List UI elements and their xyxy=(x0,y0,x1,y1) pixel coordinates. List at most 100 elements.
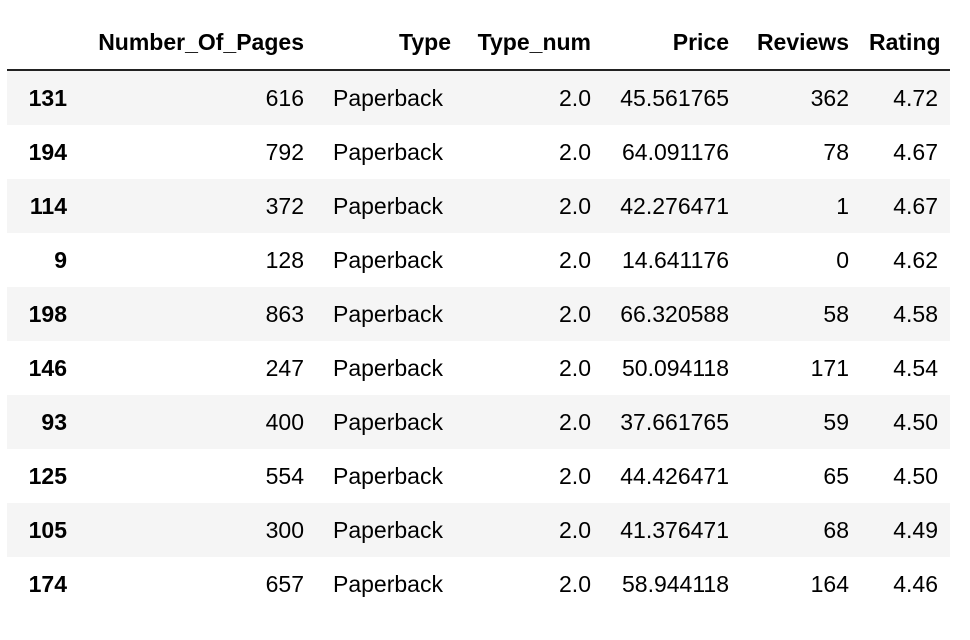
cell-type-num: 2.0 xyxy=(559,354,591,381)
header-rating: Rating xyxy=(861,15,950,71)
cell-type: Paperback xyxy=(333,354,443,381)
row-index-cell: 93 xyxy=(7,395,74,449)
cell-price: 41.376471 xyxy=(620,516,729,543)
cell-reviews: 59 xyxy=(823,408,849,435)
cell-type: Paperback xyxy=(333,192,443,219)
cell-type-num: 2.0 xyxy=(559,516,591,543)
cell-type: Paperback xyxy=(333,516,443,543)
table-row: 131 616 Paperback 2.0 45.561765 362 4.72 xyxy=(7,70,950,125)
table-header: Number_Of_Pages Type Type_num Price Revi… xyxy=(7,15,950,71)
cell-rating: 4.72 xyxy=(893,84,938,111)
row-index: 146 xyxy=(28,354,67,381)
table-row: 93 400 Paperback 2.0 37.661765 59 4.50 xyxy=(7,395,950,449)
header-reviews: Reviews xyxy=(741,15,861,71)
cell-number-of-pages: 792 xyxy=(265,138,304,165)
cell-number-of-pages: 372 xyxy=(265,192,304,219)
cell-number-of-pages: 657 xyxy=(265,570,304,597)
cell-reviews: 58 xyxy=(823,300,849,327)
table-body: 131 616 Paperback 2.0 45.561765 362 4.72 194 792… xyxy=(7,70,950,611)
table-row: 198 863 Paperback 2.0 66.320588 58 4.58 xyxy=(7,287,950,341)
table-row: 174 657 Paperback 2.0 58.944118 164 4.46 xyxy=(7,557,950,611)
cell-type-num: 2.0 xyxy=(559,300,591,327)
row-index-cell: 131 xyxy=(7,70,74,125)
cell-number-of-pages: 128 xyxy=(265,246,304,273)
cell-type: Paperback xyxy=(333,84,443,111)
cell-type: Paperback xyxy=(333,246,443,273)
cell-type-num: 2.0 xyxy=(559,570,591,597)
cell-rating: 4.67 xyxy=(893,138,938,165)
cell-price: 58.944118 xyxy=(621,570,729,597)
cell-rating: 4.62 xyxy=(893,246,938,273)
row-index: 194 xyxy=(28,138,67,165)
cell-type: Paperback xyxy=(333,462,443,489)
header-type: Type xyxy=(316,15,463,71)
cell-reviews: 68 xyxy=(823,516,849,543)
row-index-cell: 114 xyxy=(7,179,74,233)
cell-number-of-pages: 247 xyxy=(265,354,304,381)
cell-reviews: 78 xyxy=(823,138,849,165)
cell-rating: 4.50 xyxy=(893,408,938,435)
cell-rating: 4.67 xyxy=(893,192,938,219)
row-index: 114 xyxy=(29,192,67,219)
header-number-of-pages: Number_Of_Pages xyxy=(74,15,316,71)
cell-price: 64.091176 xyxy=(621,138,729,165)
cell-type: Paperback xyxy=(333,138,443,165)
cell-reviews: 1 xyxy=(836,192,849,219)
row-index: 9 xyxy=(54,246,67,273)
table-row: 194 792 Paperback 2.0 64.091176 78 4.67 xyxy=(7,125,950,179)
table-row: 146 247 Paperback 2.0 50.094118 171 4.54 xyxy=(7,341,950,395)
row-index: 93 xyxy=(41,408,67,435)
dataframe-output: Number_Of_Pages Type Type_num Price Revi… xyxy=(7,15,950,611)
cell-type: Paperback xyxy=(333,300,443,327)
row-index-cell: 105 xyxy=(7,503,74,557)
row-index-cell: 146 xyxy=(7,341,74,395)
cell-reviews: 0 xyxy=(836,246,849,273)
cell-number-of-pages: 863 xyxy=(265,300,304,327)
cell-price: 37.661765 xyxy=(620,408,729,435)
cell-type-num: 2.0 xyxy=(559,462,591,489)
cell-price: 50.094118 xyxy=(621,354,729,381)
cell-type-num: 2.0 xyxy=(559,84,591,111)
row-index-cell: 174 xyxy=(7,557,74,611)
cell-rating: 4.50 xyxy=(893,462,938,489)
header-index xyxy=(7,15,74,71)
table-row: 125 554 Paperback 2.0 44.426471 65 4.50 xyxy=(7,449,950,503)
table-row: 114 372 Paperback 2.0 42.276471 1 4.67 xyxy=(7,179,950,233)
cell-number-of-pages: 300 xyxy=(265,516,304,543)
row-index: 174 xyxy=(28,570,67,597)
dataframe-table: Number_Of_Pages Type Type_num Price Revi… xyxy=(7,15,950,611)
cell-type-num: 2.0 xyxy=(559,246,591,273)
cell-type-num: 2.0 xyxy=(559,408,591,435)
cell-price: 42.276471 xyxy=(620,192,729,219)
cell-number-of-pages: 616 xyxy=(265,84,304,111)
row-index: 131 xyxy=(28,84,67,111)
cell-reviews: 164 xyxy=(810,570,849,597)
cell-number-of-pages: 554 xyxy=(265,462,304,489)
row-index-cell: 9 xyxy=(7,233,74,287)
cell-rating: 4.58 xyxy=(893,300,938,327)
cell-rating: 4.46 xyxy=(893,570,938,597)
table-row: 9 128 Paperback 2.0 14.641176 0 4.62 xyxy=(7,233,950,287)
cell-price: 66.320588 xyxy=(620,300,729,327)
cell-price: 14.641176 xyxy=(621,246,729,273)
row-index: 105 xyxy=(28,516,67,543)
cell-price: 45.561765 xyxy=(620,84,729,111)
cell-rating: 4.54 xyxy=(893,354,938,381)
header-row: Number_Of_Pages Type Type_num Price Revi… xyxy=(7,15,950,71)
cell-reviews: 171 xyxy=(810,354,849,381)
row-index: 198 xyxy=(28,300,67,327)
header-type-num: Type_num xyxy=(463,15,603,71)
row-index-cell: 198 xyxy=(7,287,74,341)
table-row: 105 300 Paperback 2.0 41.376471 68 4.49 xyxy=(7,503,950,557)
cell-type-num: 2.0 xyxy=(559,192,591,219)
cell-rating: 4.49 xyxy=(893,516,938,543)
row-index-cell: 194 xyxy=(7,125,74,179)
cell-type: Paperback xyxy=(333,408,443,435)
cell-type: Paperback xyxy=(333,570,443,597)
cell-number-of-pages: 400 xyxy=(265,408,304,435)
row-index: 125 xyxy=(28,462,67,489)
cell-price: 44.426471 xyxy=(620,462,729,489)
row-index-cell: 125 xyxy=(7,449,74,503)
cell-reviews: 362 xyxy=(810,84,849,111)
header-price: Price xyxy=(603,15,741,71)
